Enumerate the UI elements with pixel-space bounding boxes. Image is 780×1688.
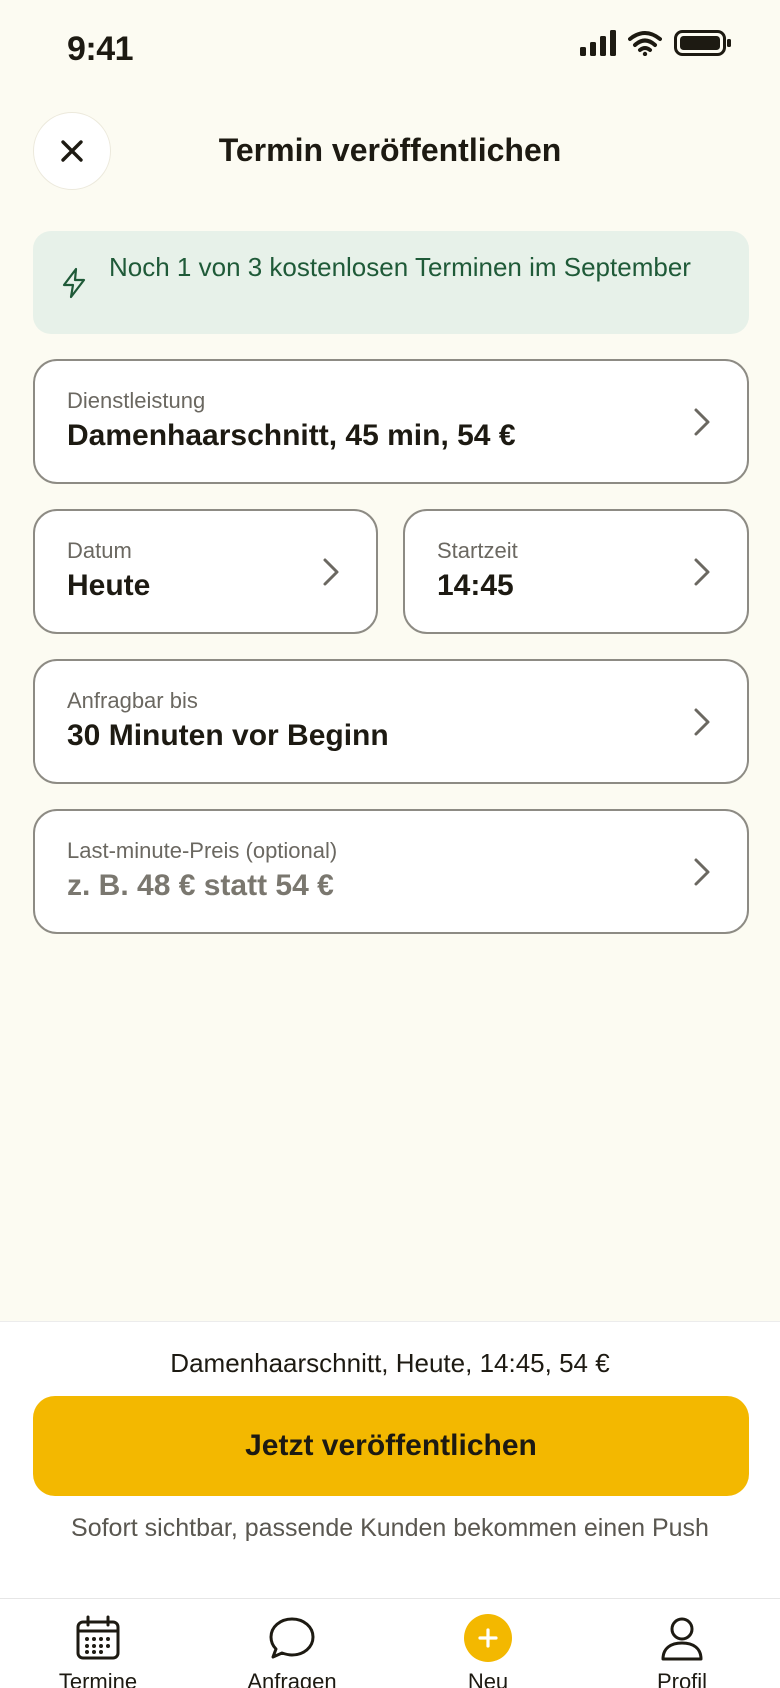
service-value: Damenhaarschnitt, 45 min, 54 € — [67, 419, 516, 452]
notice-text: Noch 1 von 3 kostenlosen Terminen im Sep… — [109, 252, 691, 282]
last-minute-price-field[interactable]: Last-minute-Preis (optional) z. B. 48 € … — [33, 809, 749, 934]
appointment-summary: Damenhaarschnitt, Heute, 14:45, 54 € — [170, 1348, 610, 1378]
tab-bar: Termine Anfragen Neu Profil — [0, 1598, 780, 1688]
calendar-icon — [76, 1615, 120, 1660]
wifi-icon — [628, 31, 662, 56]
publish-hint: Sofort sichtbar, passende Kunden bekomme… — [71, 1514, 709, 1542]
bookable-until-value: 30 Minuten vor Beginn — [67, 719, 389, 752]
publish-panel: Damenhaarschnitt, Heute, 14:45, 54 € Jet… — [0, 1321, 780, 1598]
plus-circle — [464, 1614, 512, 1662]
cellular-signal-icon — [580, 30, 616, 56]
start-time-value: 14:45 — [437, 569, 514, 602]
tab-neu[interactable]: Neu — [408, 1613, 568, 1688]
last-minute-price-placeholder: z. B. 48 € statt 54 € — [67, 869, 334, 902]
date-label: Datum — [67, 538, 132, 563]
bookable-until-field[interactable]: Anfragbar bis 30 Minuten vor Beginn — [33, 659, 749, 784]
chevron-right-icon — [694, 558, 710, 586]
last-minute-price-label: Last-minute-Preis (optional) — [67, 838, 338, 863]
battery-icon — [674, 30, 731, 56]
start-time-label: Startzeit — [437, 538, 518, 563]
chevron-right-icon — [694, 858, 710, 886]
chevron-right-icon — [323, 558, 339, 586]
service-label: Dienstleistung — [67, 388, 206, 413]
status-bar: 9:41 — [0, 0, 780, 100]
chevron-right-icon — [694, 708, 710, 736]
publish-button[interactable]: Jetzt veröffentlichen — [33, 1396, 749, 1496]
tab-label: Neu — [467, 1669, 509, 1688]
tab-profil[interactable]: Profil — [602, 1613, 762, 1688]
chevron-right-icon — [694, 408, 710, 436]
tab-termine[interactable]: Termine — [18, 1613, 178, 1688]
chat-bubble-icon — [269, 1617, 315, 1659]
tab-label: Profil — [656, 1669, 708, 1688]
status-icons — [580, 30, 732, 56]
date-value: Heute — [67, 569, 151, 602]
plus-icon — [478, 1628, 498, 1648]
start-time-field[interactable]: Startzeit 14:45 — [403, 509, 749, 634]
tab-label: Anfragen — [247, 1669, 337, 1688]
free-quota-notice: Noch 1 von 3 kostenlosen Terminen im Sep… — [33, 231, 749, 334]
header: Termin veröffentlichen — [0, 100, 780, 204]
tab-label: Termine — [58, 1669, 138, 1688]
bookable-until-label: Anfragbar bis — [67, 688, 198, 713]
lightning-icon — [62, 267, 86, 299]
page-title: Termin veröffentlichen — [218, 132, 562, 168]
service-field[interactable]: Dienstleistung Damenhaarschnitt, 45 min,… — [33, 359, 749, 484]
status-time: 9:41 — [67, 30, 134, 68]
tab-anfragen[interactable]: Anfragen — [212, 1613, 372, 1688]
date-field[interactable]: Datum Heute — [33, 509, 378, 634]
person-icon — [661, 1617, 703, 1661]
